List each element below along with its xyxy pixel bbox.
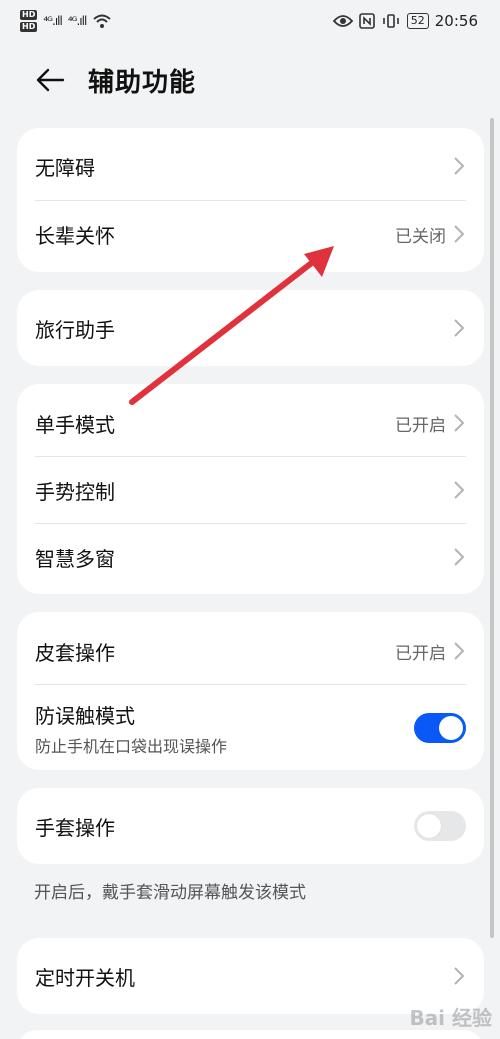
- hd-badges: HD HD: [20, 10, 38, 32]
- item-description: 防止手机在口袋出现误操作: [35, 736, 228, 756]
- item-status: 已关闭: [395, 226, 446, 247]
- chevron-right-icon: [454, 157, 465, 175]
- status-bar: HD HD ⁴ᴳ.ıll ⁴ᴳ.ıll 52 20:56: [0, 0, 500, 42]
- glove-mode-item[interactable]: 手套操作: [17, 792, 484, 860]
- chevron-right-icon: [454, 414, 465, 432]
- clock-time: 20:56: [434, 12, 478, 30]
- elderly-care-item[interactable]: 长辈关怀 已关闭: [17, 200, 484, 268]
- item-label: 防误触模式: [35, 703, 135, 728]
- status-left: HD HD ⁴ᴳ.ıll ⁴ᴳ.ıll: [20, 10, 112, 32]
- chevron-right-icon: [454, 548, 465, 566]
- settings-group-2: 旅行助手: [17, 290, 484, 366]
- item-label: 单手模式: [35, 412, 115, 437]
- watermark-logo: Bai 经验: [409, 1006, 492, 1030]
- settings-group-3: 单手模式 已开启 手势控制 智慧多窗: [17, 384, 484, 594]
- page-header: 辅助功能: [0, 56, 500, 104]
- back-arrow-icon: [36, 68, 65, 92]
- travel-assistant-item[interactable]: 旅行助手: [17, 294, 484, 362]
- vibrate-icon: [382, 14, 399, 28]
- divider: [35, 684, 466, 685]
- one-hand-mode-item[interactable]: 单手模式 已开启: [17, 389, 484, 457]
- item-label: 定时开关机: [35, 965, 135, 990]
- item-label: 无障碍: [35, 155, 95, 180]
- glove-mode-toggle[interactable]: [414, 811, 466, 841]
- toggle-knob: [439, 716, 463, 740]
- signal-icon: ⁴ᴳ.ıll: [43, 14, 63, 28]
- item-label: 皮套操作: [35, 640, 115, 665]
- smart-multi-window-item[interactable]: 智慧多窗: [17, 523, 484, 591]
- hd-badge: HD: [20, 10, 38, 20]
- chevron-right-icon: [454, 481, 465, 499]
- accidental-touch-toggle[interactable]: [414, 713, 466, 743]
- item-label: 智慧多窗: [35, 546, 115, 571]
- status-right: 52 20:56: [332, 12, 478, 30]
- chevron-right-icon: [454, 642, 465, 660]
- item-status: 已开启: [395, 643, 446, 664]
- hd-badge: HD: [20, 22, 38, 32]
- accessibility-item[interactable]: 无障碍: [17, 132, 484, 200]
- nfc-icon: [358, 13, 375, 29]
- item-label: 长辈关怀: [35, 223, 115, 248]
- item-status: 已开启: [395, 415, 446, 436]
- settings-group-1: 无障碍 长辈关怀 已关闭: [17, 128, 484, 272]
- scrollbar[interactable]: [490, 118, 494, 938]
- wifi-icon: [93, 14, 111, 28]
- battery-icon: 52: [406, 13, 429, 29]
- settings-group-5: 手套操作: [17, 788, 484, 864]
- accidental-touch-item[interactable]: 防误触模式 防止手机在口袋出现误操作: [17, 688, 484, 768]
- item-label: 旅行助手: [35, 317, 115, 342]
- toggle-knob: [417, 814, 441, 838]
- chevron-right-icon: [454, 225, 465, 243]
- chevron-right-icon: [454, 967, 465, 985]
- scheduled-power-item[interactable]: 定时开关机: [17, 942, 484, 1010]
- chevron-right-icon: [454, 319, 465, 337]
- settings-group-4: 皮套操作 已开启 防误触模式 防止手机在口袋出现误操作: [17, 612, 484, 770]
- glove-mode-note: 开启后，戴手套滑动屏幕触发该模式: [34, 883, 306, 903]
- signal-icon: ⁴ᴳ.ıll: [67, 14, 88, 28]
- back-button[interactable]: [32, 62, 68, 98]
- item-label: 手势控制: [35, 479, 115, 504]
- item-label: 手套操作: [35, 815, 115, 840]
- page-title: 辅助功能: [88, 67, 197, 98]
- gesture-control-item[interactable]: 手势控制: [17, 456, 484, 524]
- eye-icon: [332, 15, 353, 27]
- cover-operation-item[interactable]: 皮套操作 已开启: [17, 617, 484, 685]
- settings-group-7-partial: [17, 1030, 484, 1039]
